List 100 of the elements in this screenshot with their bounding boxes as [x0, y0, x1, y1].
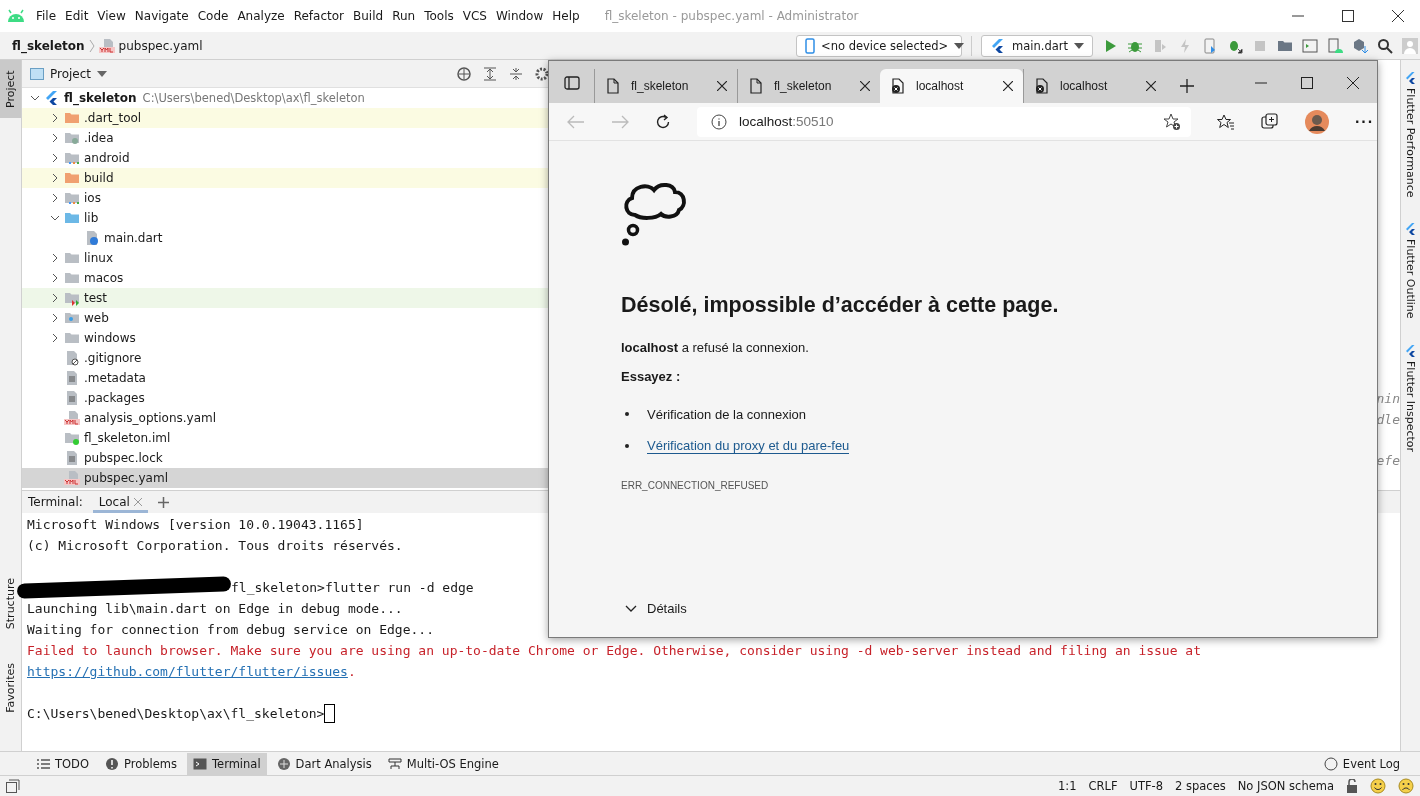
search-icon[interactable]: [1377, 37, 1393, 54]
lock-icon[interactable]: [1346, 779, 1358, 793]
maximize-icon[interactable]: [1342, 10, 1354, 22]
menu-item[interactable]: Window: [495, 9, 544, 23]
tree-item[interactable]: fl_skeleton C:\Users\bened\Desktop\ax\fl_skeleton: [22, 88, 549, 108]
menu-item[interactable]: Help: [552, 9, 580, 23]
tree-item[interactable]: .gitignore: [22, 348, 549, 368]
profile-avatar-icon[interactable]: [1305, 109, 1329, 134]
maximize-icon[interactable]: [1301, 77, 1313, 89]
view-selector[interactable]: Project: [30, 66, 108, 81]
menu-item[interactable]: Build: [353, 9, 384, 23]
terminal-line: (c) Microsoft Corporation. Tous droits réservés.: [27, 537, 403, 555]
tree-item[interactable]: ios: [22, 188, 549, 208]
tree-item[interactable]: linux: [22, 248, 549, 268]
menu-item[interactable]: VCS: [462, 9, 487, 23]
menu-item[interactable]: Navigate: [134, 9, 189, 23]
tree-item[interactable]: main.dart: [22, 228, 549, 248]
window-title: fl_skeleton - pubspec.yaml - Administrator: [604, 9, 859, 23]
close-icon[interactable]: [860, 81, 870, 91]
menu-item[interactable]: Edit: [65, 9, 89, 23]
menu-item[interactable]: View: [97, 9, 126, 23]
tool-window-tab[interactable]: Multi-OS Engine: [381, 752, 505, 775]
address-bar[interactable]: localhost:50510: [697, 106, 1191, 137]
tab-actions-icon[interactable]: [564, 75, 580, 91]
close-icon[interactable]: [717, 81, 727, 91]
run-configuration-selector[interactable]: main.dart: [981, 34, 1093, 57]
terminal-line: Microsoft Windows [version 10.0.19043.1165]: [27, 516, 364, 534]
status-item[interactable]: 2 spaces: [1175, 779, 1226, 793]
tool-window-tab[interactable]: Dart Analysis: [270, 752, 378, 775]
new-tab-icon[interactable]: [1180, 79, 1194, 93]
tool-window-tab[interactable]: Flutter Outline: [1401, 223, 1420, 320]
tool-window-tab[interactable]: Flutter Inspector: [1401, 345, 1420, 453]
tree-item[interactable]: web: [22, 308, 549, 328]
session-tab[interactable]: Local: [92, 491, 148, 513]
tree-item[interactable]: analysis_options.yaml: [22, 408, 549, 428]
tree-item[interactable]: .dart_tool: [22, 108, 549, 128]
status-item[interactable]: UTF-8: [1129, 779, 1164, 793]
package-download-icon[interactable]: [1352, 37, 1368, 54]
breadcrumb[interactable]: pubspec.yaml: [118, 38, 203, 53]
tree-item[interactable]: pubspec.lock: [22, 448, 549, 468]
close-icon[interactable]: [1347, 77, 1359, 89]
collapse-all-icon[interactable]: [509, 66, 523, 81]
tool-window-tab[interactable]: TODO: [30, 752, 95, 775]
tool-window-tab[interactable]: Structure: [0, 572, 21, 636]
device-file-icon[interactable]: [1202, 37, 1218, 54]
tool-window-tab[interactable]: Terminal: [187, 752, 267, 775]
tool-window-tab[interactable]: Project: [0, 60, 21, 118]
bullet-mark: [625, 444, 629, 448]
panel-toggle-icon[interactable]: [6, 779, 20, 793]
more-menu-button[interactable]: ···: [1355, 112, 1374, 131]
link[interactable]: https://github.com/flutter/flutter/issues: [27, 661, 348, 682]
yaml-file-icon: [64, 410, 80, 426]
tool-window-tab[interactable]: Problems: [99, 752, 183, 775]
device-selector[interactable]: <no device selected>: [796, 34, 962, 57]
event-log-button[interactable]: Event Log: [1317, 752, 1406, 775]
status-item[interactable]: CRLF: [1088, 779, 1118, 793]
menu-item[interactable]: File: [36, 9, 57, 23]
menu-item[interactable]: Tools: [424, 9, 454, 23]
status-item[interactable]: 1:1: [1057, 779, 1077, 793]
menu-item[interactable]: Refactor: [293, 9, 345, 23]
chevron-down-icon[interactable]: [30, 93, 40, 103]
sad-face-icon[interactable]: [1398, 778, 1414, 794]
add-icon[interactable]: [157, 496, 169, 508]
settings-icon[interactable]: [535, 66, 549, 81]
status-item[interactable]: No JSON schema: [1237, 779, 1334, 793]
tree-item[interactable]: pubspec.yaml: [22, 468, 549, 488]
close-icon[interactable]: [1146, 81, 1156, 91]
favorites-icon[interactable]: [1217, 113, 1235, 130]
chevron-down-icon[interactable]: [50, 213, 60, 223]
terminal-window-icon[interactable]: [1302, 37, 1318, 54]
tree-item[interactable]: test: [22, 288, 549, 308]
tree-item[interactable]: .packages: [22, 388, 549, 408]
tool-window-tab[interactable]: Favorites: [0, 657, 21, 719]
tree-item[interactable]: .idea: [22, 128, 549, 148]
tool-window-tab[interactable]: Flutter Performance: [1401, 72, 1420, 198]
details-toggle[interactable]: Détails: [625, 601, 1377, 616]
tree-item[interactable]: build: [22, 168, 549, 188]
flutter-logo-icon: [1404, 345, 1417, 358]
tree-item[interactable]: windows: [22, 328, 549, 348]
expand-all-icon[interactable]: [483, 66, 497, 81]
close-icon[interactable]: [1003, 81, 1013, 91]
close-icon[interactable]: [1392, 10, 1404, 22]
menu-item[interactable]: Code: [197, 9, 229, 23]
info-icon[interactable]: [711, 113, 727, 130]
refresh-icon[interactable]: [655, 113, 671, 130]
locate-icon[interactable]: [457, 66, 471, 81]
browser-tab[interactable]: localhost: [880, 69, 1023, 103]
menu-item[interactable]: Analyze: [237, 9, 285, 23]
tree-item[interactable]: fl_skeleton.iml: [22, 428, 549, 448]
tree-item[interactable]: lib: [22, 208, 549, 228]
breadcrumb[interactable]: fl_skeleton: [12, 38, 85, 53]
collections-icon[interactable]: [1261, 112, 1279, 131]
happy-face-icon[interactable]: [1370, 778, 1386, 794]
tree-item[interactable]: android: [22, 148, 549, 168]
menu-item[interactable]: Run: [392, 9, 416, 23]
link[interactable]: Vérification du proxy et du pare-feu: [647, 438, 850, 454]
tree-item[interactable]: .metadata: [22, 368, 549, 388]
text-file-icon: [64, 390, 80, 406]
tree-item[interactable]: macos: [22, 268, 549, 288]
add-favorite-icon[interactable]: [1163, 112, 1181, 131]
